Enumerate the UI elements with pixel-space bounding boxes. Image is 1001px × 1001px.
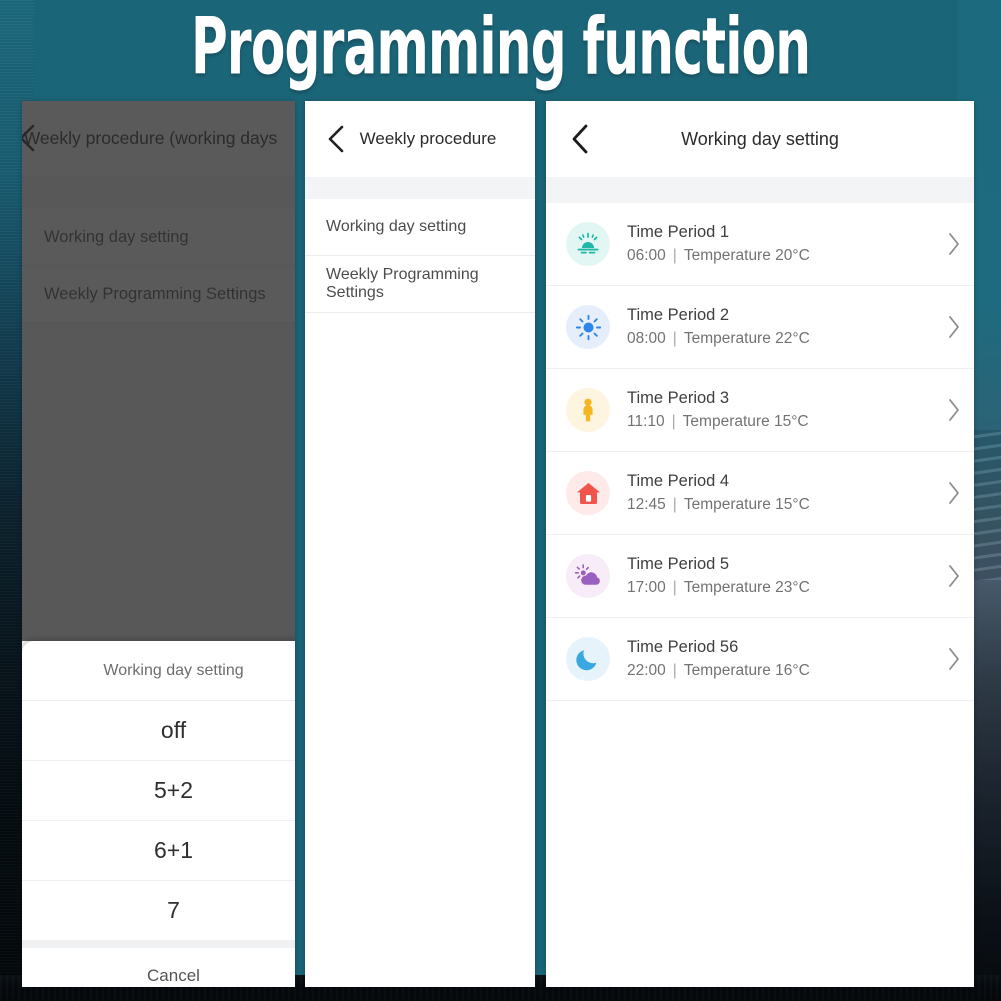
time-period-separator: | [671, 412, 676, 430]
screen-weekly-procedure-dimmed: Weekly procedure (working days Working d… [22, 101, 295, 987]
page-title: Programming function [0, 4, 1001, 92]
action-sheet-option-label: 5+2 [153, 777, 193, 803]
panel1-list-item-working-day-setting[interactable]: Working day setting [22, 209, 295, 266]
action-sheet-option-label: 7 [167, 897, 180, 923]
time-period-row[interactable]: Time Period 2 08:00 | Temperature 22°C [546, 286, 974, 369]
time-period-detail: 08:00 | Temperature 22°C [627, 328, 934, 350]
back-button[interactable] [321, 124, 351, 154]
time-period-time: 17:00 [627, 578, 666, 596]
time-period-text: Time Period 1 06:00 | Temperature 20°C [627, 221, 934, 268]
sun-icon [566, 305, 610, 349]
moon-icon [566, 637, 610, 681]
cloud-sun-icon [566, 554, 610, 598]
home-icon [566, 471, 610, 515]
action-sheet-option-7[interactable]: 7 [22, 881, 295, 941]
time-period-detail: 12:45 | Temperature 15°C [627, 494, 934, 516]
action-sheet-working-day-setting: Working day setting off 5+2 6+1 7 Cancel [22, 641, 295, 987]
panel1-list-item-weekly-programming-settings[interactable]: Weekly Programming Settings [22, 266, 295, 323]
time-period-separator: | [672, 495, 677, 513]
chevron-left-icon [22, 123, 38, 153]
panel3-divider-band [546, 177, 974, 203]
time-period-time: 08:00 [627, 329, 666, 347]
time-period-temperature: Temperature 20°C [683, 246, 810, 264]
time-period-name: Time Period 3 [627, 388, 730, 407]
chevron-left-icon [568, 122, 592, 156]
panel2-list-item-label: Working day setting [326, 218, 467, 235]
chevron-left-icon [325, 124, 347, 154]
panel2-list-item-weekly-programming-settings[interactable]: Weekly Programming Settings [305, 256, 535, 313]
time-period-row[interactable]: Time Period 1 06:00 | Temperature 20°C [546, 203, 974, 286]
time-period-time: 11:10 [627, 412, 665, 430]
panel3-header: Working day setting [546, 101, 974, 177]
page-title-text: Programming function [190, 1, 811, 94]
panel2-list-item-label: Weekly Programming Settings [326, 266, 479, 301]
time-period-text: Time Period 5 17:00 | Temperature 23°C [627, 553, 934, 600]
chevron-right-icon [934, 398, 974, 422]
action-sheet-cancel-label: Cancel [147, 966, 200, 985]
time-period-detail: 06:00 | Temperature 20°C [627, 245, 934, 267]
chevron-right-icon [934, 315, 974, 339]
action-sheet-cancel-button[interactable]: Cancel [22, 948, 295, 987]
back-button[interactable] [563, 122, 597, 156]
sunrise-icon [566, 222, 610, 266]
action-sheet-option-label: 6+1 [153, 837, 193, 863]
chevron-right-icon [934, 481, 974, 505]
time-period-separator: | [672, 329, 677, 347]
time-period-separator: | [672, 578, 677, 596]
time-period-row[interactable]: Time Period 56 22:00 | Temperature 16°C [546, 618, 974, 701]
panel2-list-item-working-day-setting[interactable]: Working day setting [305, 199, 535, 256]
time-period-temperature: Temperature 15°C [682, 412, 809, 430]
time-period-temperature: Temperature 15°C [683, 495, 810, 513]
time-period-name: Time Period 1 [627, 222, 730, 241]
panel1-list-item-label: Weekly Programming Settings [44, 284, 266, 303]
panel2-header: Weekly procedure [305, 101, 535, 177]
person-icon [566, 388, 610, 432]
time-period-row[interactable]: Time Period 5 17:00 | Temperature 23°C [546, 535, 974, 618]
time-period-text: Time Period 4 12:45 | Temperature 15°C [627, 470, 934, 517]
time-period-temperature: Temperature 16°C [683, 661, 810, 679]
action-sheet-gap [22, 941, 295, 948]
time-period-text: Time Period 56 22:00 | Temperature 16°C [627, 636, 934, 683]
panel1-title: Weekly procedure (working days [23, 127, 278, 148]
panel1-list-item-label: Working day setting [44, 227, 189, 246]
time-period-text: Time Period 3 11:10 | Temperature 15°C [627, 387, 934, 434]
action-sheet-title: Working day setting [22, 641, 295, 701]
time-period-name: Time Period 2 [627, 305, 730, 324]
panel1-header: Weekly procedure (working days [22, 101, 295, 175]
chevron-right-icon [934, 564, 974, 588]
time-period-separator: | [672, 246, 677, 264]
screen-working-day-setting: Working day setting Time Period 1 06:00 | T… [546, 101, 974, 987]
time-period-list: Time Period 1 06:00 | Temperature 20°C Time … [546, 203, 974, 701]
time-period-row[interactable]: Time Period 3 11:10 | Temperature 15°C [546, 369, 974, 452]
back-button[interactable] [22, 123, 42, 153]
time-period-time: 22:00 [627, 661, 666, 679]
time-period-detail: 22:00 | Temperature 16°C [627, 660, 934, 682]
time-period-detail: 17:00 | Temperature 23°C [627, 577, 934, 599]
time-period-temperature: Temperature 23°C [683, 578, 810, 596]
panel2-divider-band [305, 177, 535, 199]
time-period-name: Time Period 4 [627, 471, 730, 490]
screen-weekly-procedure: Weekly procedure Working day setting Wee… [305, 101, 535, 987]
panel1-divider-band [22, 175, 295, 209]
action-sheet-option-6-1[interactable]: 6+1 [22, 821, 295, 881]
time-period-detail: 11:10 | Temperature 15°C [627, 411, 934, 433]
time-period-separator: | [672, 661, 677, 679]
action-sheet-option-label: off [160, 717, 187, 743]
panel3-title: Working day setting [681, 128, 839, 149]
time-period-row[interactable]: Time Period 4 12:45 | Temperature 15°C [546, 452, 974, 535]
time-period-time: 12:45 [627, 495, 666, 513]
action-sheet-option-off[interactable]: off [22, 701, 295, 761]
time-period-name: Time Period 56 [627, 637, 739, 656]
time-period-name: Time Period 5 [627, 554, 730, 573]
chevron-right-icon [934, 647, 974, 671]
chevron-right-icon [934, 232, 974, 256]
time-period-temperature: Temperature 22°C [683, 329, 810, 347]
time-period-time: 06:00 [627, 246, 666, 264]
action-sheet-option-5-2[interactable]: 5+2 [22, 761, 295, 821]
time-period-text: Time Period 2 08:00 | Temperature 22°C [627, 304, 934, 351]
